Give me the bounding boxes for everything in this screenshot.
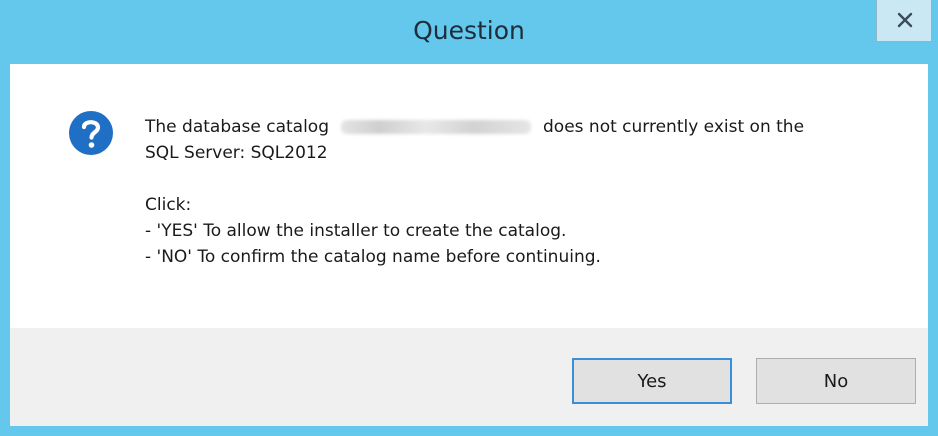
dialog-content: The database catalog does not currently e… bbox=[10, 64, 928, 328]
title-bar[interactable]: Question bbox=[0, 0, 938, 64]
question-icon bbox=[69, 111, 113, 155]
click-label: Click: bbox=[145, 195, 192, 215]
close-icon bbox=[897, 12, 913, 28]
yes-button[interactable]: Yes bbox=[572, 358, 732, 404]
dialog-button-bar: Yes No bbox=[10, 328, 928, 426]
message-line1-prefix: The database catalog bbox=[145, 117, 330, 137]
redacted-catalog-name bbox=[341, 120, 532, 134]
close-button[interactable] bbox=[876, 0, 932, 42]
message-line1-suffix: does not currently exist on the bbox=[543, 117, 805, 137]
dialog-message: The database catalog does not currently e… bbox=[145, 114, 915, 270]
dialog-title: Question bbox=[413, 16, 525, 45]
no-instruction: - 'NO' To confirm the catalog name befor… bbox=[145, 247, 601, 267]
no-button[interactable]: No bbox=[756, 358, 916, 404]
message-line-2: SQL Server: SQL2012 bbox=[145, 143, 328, 163]
yes-instruction: - 'YES' To allow the installer to create… bbox=[145, 221, 567, 241]
message-line-1: The database catalog does not currently e… bbox=[145, 114, 915, 140]
question-dialog: Question The database catalog does not cu… bbox=[0, 0, 938, 436]
